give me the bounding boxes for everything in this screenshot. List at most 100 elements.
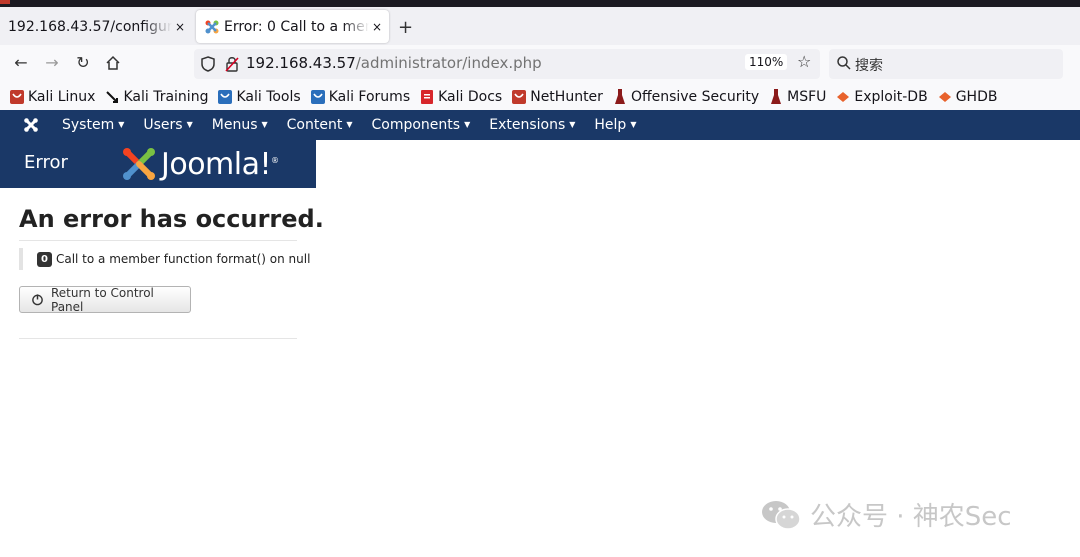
- bookmark-kali-docs[interactable]: Kali Docs: [419, 89, 502, 105]
- nethunter-icon: [511, 89, 527, 105]
- caret-down-icon: ▼: [186, 120, 193, 129]
- bookmark-label: Kali Tools: [236, 88, 301, 105]
- search-bar[interactable]: 搜索: [829, 49, 1063, 79]
- kali-forums-icon: [310, 89, 326, 105]
- url-bar[interactable]: 192.168.43.57/administrator/index.php 11…: [194, 49, 820, 79]
- brand-name: Joomla!: [161, 146, 272, 182]
- bookmark-label: Kali Forums: [328, 88, 411, 105]
- tab-label: 192.168.43.57/configura: [8, 18, 172, 35]
- bookmark-nethunter[interactable]: NetHunter: [511, 89, 603, 105]
- back-button[interactable]: ←: [10, 53, 32, 72]
- menu-label: Users: [143, 117, 183, 133]
- url-text: 192.168.43.57/administrator/index.php: [246, 54, 542, 72]
- error-heading: An error has occurred.: [19, 205, 324, 233]
- joomla-favicon-icon: [205, 20, 219, 33]
- wechat-icon: [762, 500, 801, 530]
- joomla-logo-icon[interactable]: [0, 117, 62, 133]
- insecure-lock-icon[interactable]: [224, 55, 240, 73]
- bookmark-label: Kali Docs: [438, 88, 503, 105]
- kali-docs-icon: [419, 89, 435, 105]
- button-label: Return to Control Panel: [51, 285, 154, 314]
- caret-down-icon: ▼: [346, 120, 353, 129]
- reload-button[interactable]: ↻: [72, 53, 94, 72]
- window-indicator: [0, 0, 10, 4]
- menu-label: Help: [594, 117, 627, 133]
- menu-label: Extensions: [489, 117, 566, 133]
- bookmark-label: Kali Training: [123, 88, 209, 105]
- exploitdb-icon: [835, 89, 851, 105]
- error-code-badge: 0: [37, 251, 52, 267]
- menu-help[interactable]: Help ▼: [594, 117, 636, 133]
- bookmark-msfu[interactable]: MSFU: [768, 88, 827, 105]
- new-tab-button[interactable]: +: [398, 17, 413, 38]
- bookmark-kali-linux[interactable]: Kali Linux: [9, 89, 95, 105]
- ghdb-icon: [937, 89, 953, 105]
- url-host: 192.168.43.57: [246, 54, 356, 72]
- window-top-strip: [0, 0, 1080, 7]
- zoom-indicator[interactable]: 110%: [745, 54, 788, 70]
- brand-registered-mark: ®: [271, 155, 279, 165]
- forward-button[interactable]: →: [41, 53, 63, 72]
- bookmark-label: GHDB: [955, 88, 998, 105]
- tab-label: Error: 0 Call to a mem: [224, 18, 369, 35]
- caret-down-icon: ▼: [464, 120, 471, 129]
- tab-bar: 192.168.43.57/configura × Error: 0 Call …: [0, 7, 1080, 45]
- return-to-control-panel-button[interactable]: Return to Control Panel: [19, 285, 191, 314]
- tab-config[interactable]: 192.168.43.57/configura ×: [0, 10, 192, 43]
- watermark: 公众号 · 神农Sec: [760, 496, 1012, 533]
- bookmark-star-icon[interactable]: ☆: [797, 52, 811, 71]
- kali-tools-icon: [217, 89, 233, 105]
- bookmark-kali-training[interactable]: Kali Training: [104, 89, 208, 105]
- menu-label: Content: [286, 117, 343, 133]
- bookmark-kali-tools[interactable]: Kali Tools: [217, 88, 301, 105]
- page-title: Error: [24, 152, 68, 173]
- menu-system[interactable]: System ▼: [62, 117, 124, 133]
- error-message: 0 Call to a member function format() on …: [19, 248, 310, 270]
- divider: [19, 338, 297, 339]
- caret-down-icon: ▼: [569, 120, 576, 129]
- menu-components[interactable]: Components ▼: [371, 117, 470, 133]
- url-path: /administrator/index.php: [355, 54, 542, 72]
- offsec-icon: [612, 88, 628, 105]
- bookmark-label: NetHunter: [530, 88, 603, 105]
- home-icon[interactable]: [105, 55, 121, 71]
- bookmark-label: Kali Linux: [28, 88, 96, 105]
- page-header: Error Joomla!®: [0, 140, 316, 188]
- bookmark-label: Exploit-DB: [854, 88, 928, 105]
- close-tab-icon[interactable]: ×: [369, 20, 385, 34]
- bookmark-label: Offensive Security: [630, 88, 760, 105]
- watermark-text: 公众号 · 神农Sec: [810, 502, 1012, 532]
- menu-menus[interactable]: Menus ▼: [212, 117, 268, 133]
- joomla-mark-icon: [123, 148, 155, 180]
- search-placeholder: 搜索: [855, 58, 883, 74]
- joomla-brand-logo: Joomla!®: [121, 146, 279, 182]
- bookmark-label: MSFU: [787, 88, 827, 105]
- tab-error[interactable]: Error: 0 Call to a mem ×: [196, 10, 389, 43]
- msfu-icon: [768, 88, 784, 105]
- menu-label: System: [62, 117, 115, 133]
- caret-down-icon: ▼: [630, 120, 637, 129]
- caret-down-icon: ▼: [118, 120, 125, 129]
- kali-icon: [9, 89, 25, 105]
- search-icon: [837, 56, 851, 70]
- menu-label: Components: [371, 117, 461, 133]
- bookmarks-toolbar: Kali Linux Kali Training Kali Tools Kali…: [0, 83, 1080, 110]
- power-icon: [32, 294, 43, 306]
- menu-extensions[interactable]: Extensions ▼: [489, 117, 575, 133]
- caret-down-icon: ▼: [261, 120, 268, 129]
- error-message-text: Call to a member function format() on nu…: [55, 252, 311, 266]
- brand-text: Joomla!®: [161, 147, 279, 182]
- menu-content[interactable]: Content ▼: [287, 117, 353, 133]
- kali-training-icon: [104, 89, 120, 105]
- close-tab-icon[interactable]: ×: [172, 20, 188, 34]
- bookmark-exploit-db[interactable]: Exploit-DB: [835, 88, 928, 105]
- navigation-bar: ← → ↻ 192.168.43.57/administrator/index.…: [0, 45, 1080, 83]
- admin-menu-bar: System ▼ Users ▼ Menus ▼ Content ▼ Component…: [0, 110, 1080, 140]
- menu-users[interactable]: Users ▼: [143, 117, 192, 133]
- bookmark-ghdb[interactable]: GHDB: [937, 88, 998, 105]
- bookmark-kali-forums[interactable]: Kali Forums: [310, 89, 410, 105]
- shield-icon[interactable]: [200, 55, 216, 73]
- bookmark-offensive-security[interactable]: Offensive Security: [612, 88, 760, 105]
- divider: [19, 240, 297, 241]
- menu-label: Menus: [211, 117, 258, 133]
